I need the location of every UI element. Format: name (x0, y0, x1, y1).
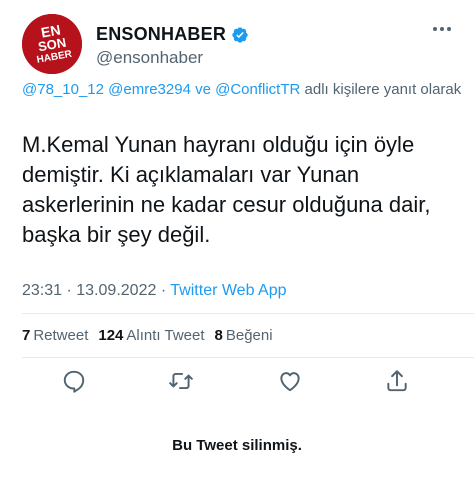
mention-link-2[interactable]: @emre3294 (108, 81, 191, 98)
reply-icon[interactable] (61, 368, 87, 394)
tweet-header: EN SON HABER ENSONHABER @ensonhaber (22, 14, 462, 78)
like-icon[interactable] (277, 368, 303, 394)
tweet-text: M.Kemal Yunan hayranı olduğu için öyle d… (22, 132, 431, 247)
tweet-time[interactable]: 23:31 (22, 282, 62, 299)
deleted-tweet-notice: Bu Tweet silinmiş. (172, 437, 302, 454)
divider (22, 357, 474, 358)
tweet-source[interactable]: Twitter Web App (170, 282, 286, 299)
quotes-stat[interactable]: 124 Alıntı Tweet (98, 327, 204, 344)
verified-badge-icon (232, 26, 248, 43)
quotes-count: 124 (98, 327, 124, 344)
likes-count: 8 (214, 327, 223, 344)
retweets-count: 7 (22, 327, 31, 344)
likes-stat[interactable]: 8 Beğeni (215, 327, 273, 344)
quotes-label: Alıntı Tweet (126, 327, 205, 344)
reply-suffix: adlı kişilere yanıt olarak (304, 81, 462, 98)
avatar[interactable]: EN SON HABER (22, 14, 82, 74)
mention-link-3[interactable]: @ConflictTR (215, 81, 300, 98)
retweets-label: Retweet (33, 327, 89, 344)
divider (22, 313, 474, 314)
share-icon[interactable] (384, 368, 410, 394)
mention-connector: ve (195, 81, 211, 98)
tweet-metadata: 23:31 · 13.09.2022 · Twitter Web App (22, 282, 287, 300)
action-bar (0, 368, 474, 398)
handle[interactable]: @ensonhaber (96, 48, 203, 68)
likes-label: Beğeni (225, 327, 273, 344)
display-name[interactable]: ENSONHABER (96, 24, 226, 45)
retweets-stat[interactable]: 7 Retweet (22, 327, 88, 344)
reply-context: @78_10_12 @emre3294 ve @ConflictTR adlı … (22, 80, 462, 99)
retweet-icon[interactable] (168, 368, 194, 394)
meta-separator: · (66, 282, 72, 299)
name-row: ENSONHABER (96, 24, 249, 45)
engagement-stats: 7 Retweet 124 Alıntı Tweet 8 Beğeni (22, 327, 273, 344)
mention-link-1[interactable]: @78_10_12 (22, 81, 104, 98)
tweet-date[interactable]: 13.09.2022 (76, 282, 156, 299)
meta-separator: · (160, 282, 167, 299)
more-options-icon[interactable] (432, 26, 452, 32)
